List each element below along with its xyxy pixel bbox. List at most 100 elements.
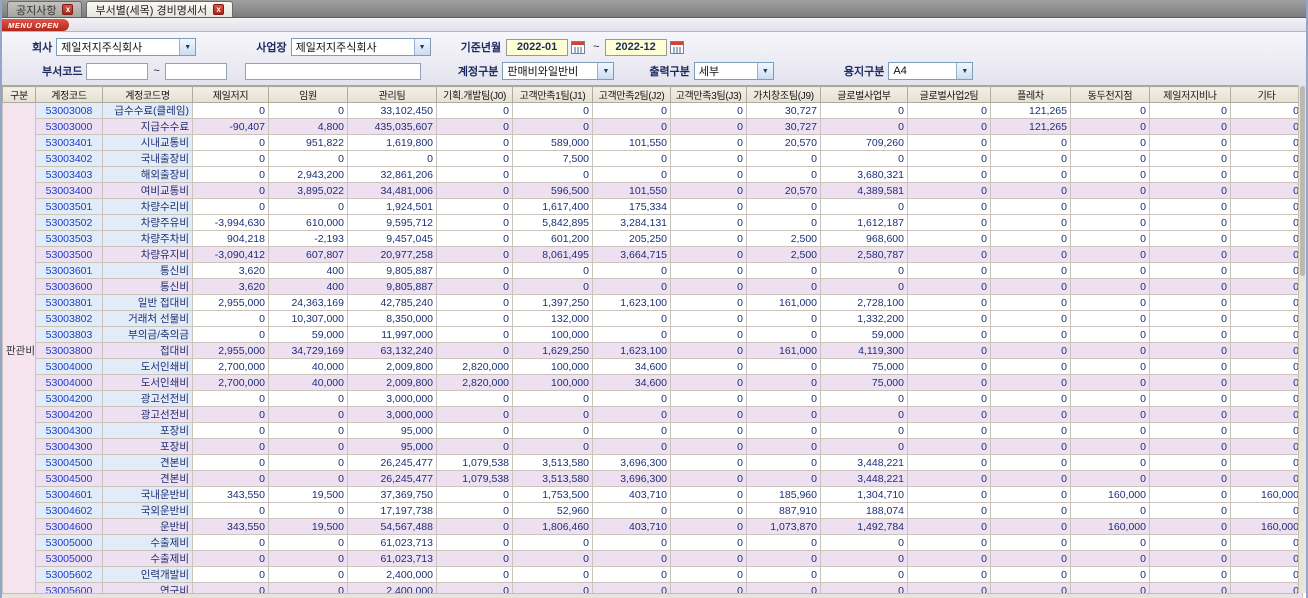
- amount-cell[interactable]: 1,397,250: [512, 294, 593, 311]
- amount-cell[interactable]: 33,102,450: [347, 102, 437, 119]
- amount-cell[interactable]: 0: [268, 390, 348, 407]
- amount-cell[interactable]: 0: [1230, 294, 1303, 311]
- menu-open-button[interactable]: MENU OPEN: [2, 19, 69, 31]
- amount-cell[interactable]: 0: [436, 118, 513, 135]
- amount-cell[interactable]: 1,623,100: [592, 342, 671, 359]
- amount-cell[interactable]: 0: [1149, 550, 1231, 567]
- table-row[interactable]: 53003503 차량주차비 904,218 -2,193 9,457,045 0 601,…: [3, 230, 1303, 247]
- amount-cell[interactable]: 0: [1070, 246, 1150, 263]
- amount-cell[interactable]: 0: [1070, 166, 1150, 183]
- amount-cell[interactable]: 8,350,000: [347, 310, 437, 327]
- amount-cell[interactable]: 0: [1070, 566, 1150, 583]
- amount-cell[interactable]: 0: [1070, 262, 1150, 279]
- amount-cell[interactable]: 0: [670, 342, 747, 359]
- period-to-input[interactable]: [604, 38, 667, 56]
- account-name-cell[interactable]: 해외출장비: [102, 166, 193, 183]
- amount-cell[interactable]: 0: [512, 534, 593, 551]
- amount-cell[interactable]: 34,481,006: [347, 182, 437, 199]
- amount-cell[interactable]: 0: [1230, 422, 1303, 439]
- amount-cell[interactable]: 0: [512, 102, 593, 119]
- amount-cell[interactable]: 0: [990, 486, 1071, 503]
- column-header[interactable]: 계정코드: [35, 86, 103, 103]
- amount-cell[interactable]: 2,943,200: [268, 166, 348, 183]
- table-row[interactable]: 판관비 53003008 급수수료(클레임) 0 0 33,102,450 0 0 0 0 30,7…: [2, 102, 1303, 598]
- amount-cell[interactable]: 0: [512, 262, 593, 279]
- amount-cell[interactable]: 0: [1070, 454, 1150, 471]
- scrollbar-thumb[interactable]: [1300, 86, 1305, 276]
- amount-cell[interactable]: 0: [1230, 406, 1303, 423]
- amount-cell[interactable]: 0: [746, 150, 821, 167]
- amount-cell[interactable]: 0: [436, 310, 513, 327]
- amount-cell[interactable]: 0: [1230, 118, 1303, 135]
- amount-cell[interactable]: 9,595,712: [347, 214, 437, 231]
- amount-cell[interactable]: 0: [1149, 118, 1231, 135]
- amount-cell[interactable]: 0: [592, 278, 671, 295]
- amount-cell[interactable]: 0: [1070, 118, 1150, 135]
- amount-cell[interactable]: 0: [820, 438, 908, 455]
- amount-cell[interactable]: 0: [436, 294, 513, 311]
- amount-cell[interactable]: 1,332,200: [820, 310, 908, 327]
- amount-cell[interactable]: 1,612,187: [820, 214, 908, 231]
- account-code-cell[interactable]: 53005602: [35, 566, 103, 583]
- account-name-cell[interactable]: 국외운반비: [102, 502, 193, 519]
- amount-cell[interactable]: 0: [1230, 246, 1303, 263]
- amount-cell[interactable]: 2,009,800: [347, 358, 437, 375]
- account-name-cell[interactable]: 차량주유비: [102, 214, 193, 231]
- amount-cell[interactable]: 0: [907, 278, 991, 295]
- amount-cell[interactable]: 1,924,501: [347, 198, 437, 215]
- amount-cell[interactable]: 161,000: [746, 294, 821, 311]
- amount-cell[interactable]: 0: [1230, 534, 1303, 551]
- account-name-cell[interactable]: 지급수수료: [102, 118, 193, 135]
- amount-cell[interactable]: 0: [907, 422, 991, 439]
- amount-cell[interactable]: 0: [592, 262, 671, 279]
- amount-cell[interactable]: 0: [592, 326, 671, 343]
- amount-cell[interactable]: 0: [1149, 150, 1231, 167]
- account-name-cell[interactable]: 접대비: [102, 342, 193, 359]
- amount-cell[interactable]: 0: [1149, 310, 1231, 327]
- amount-cell[interactable]: 0: [1149, 262, 1231, 279]
- amount-cell[interactable]: 0: [990, 438, 1071, 455]
- amount-cell[interactable]: 40,000: [268, 358, 348, 375]
- amount-cell[interactable]: 904,218: [192, 230, 269, 247]
- account-name-cell[interactable]: 통신비: [102, 278, 193, 295]
- amount-cell[interactable]: 0: [512, 278, 593, 295]
- amount-cell[interactable]: 0: [268, 198, 348, 215]
- amount-cell[interactable]: 343,550: [192, 486, 269, 503]
- amount-cell[interactable]: 0: [990, 550, 1071, 567]
- amount-cell[interactable]: 0: [990, 262, 1071, 279]
- amount-cell[interactable]: 0: [907, 454, 991, 471]
- amount-cell[interactable]: 0: [907, 374, 991, 391]
- amount-cell[interactable]: 0: [1230, 214, 1303, 231]
- amount-cell[interactable]: 0: [907, 518, 991, 535]
- amount-cell[interactable]: 3,620: [192, 262, 269, 279]
- amount-cell[interactable]: 0: [820, 566, 908, 583]
- amount-cell[interactable]: 0: [1230, 454, 1303, 471]
- amount-cell[interactable]: 1,629,250: [512, 342, 593, 359]
- amount-cell[interactable]: 0: [592, 118, 671, 135]
- table-row[interactable]: 53004601 국내운반비 343,550 19,500 37,369,750 0 1,7…: [3, 486, 1303, 503]
- amount-cell[interactable]: 0: [436, 214, 513, 231]
- amount-cell[interactable]: 0: [907, 102, 991, 119]
- amount-cell[interactable]: 0: [592, 310, 671, 327]
- column-header[interactable]: 임원: [268, 86, 348, 103]
- column-header[interactable]: 기타: [1230, 86, 1303, 103]
- tab-close-icon[interactable]: x: [213, 4, 225, 15]
- amount-cell[interactable]: 0: [1070, 214, 1150, 231]
- amount-cell[interactable]: 0: [1149, 214, 1231, 231]
- amount-cell[interactable]: 0: [746, 214, 821, 231]
- account-name-cell[interactable]: 차량유지비: [102, 246, 193, 263]
- amount-cell[interactable]: 0: [192, 166, 269, 183]
- amount-cell[interactable]: 0: [820, 390, 908, 407]
- amount-cell[interactable]: 0: [592, 102, 671, 119]
- amount-cell[interactable]: 0: [268, 150, 348, 167]
- column-header[interactable]: 제일저지: [192, 86, 269, 103]
- table-row[interactable]: 53003000 지급수수료 -90,407 4,800 435,035,607 0 0 0 0…: [3, 118, 1303, 135]
- amount-cell[interactable]: 121,265: [990, 102, 1071, 119]
- amount-cell[interactable]: 0: [592, 502, 671, 519]
- amount-cell[interactable]: 0: [512, 118, 593, 135]
- amount-cell[interactable]: 0: [436, 566, 513, 583]
- amount-cell[interactable]: 9,805,887: [347, 278, 437, 295]
- column-header[interactable]: 글로벌사업부: [820, 86, 908, 103]
- amount-cell[interactable]: 0: [1070, 422, 1150, 439]
- account-code-cell[interactable]: 53003800: [35, 342, 103, 359]
